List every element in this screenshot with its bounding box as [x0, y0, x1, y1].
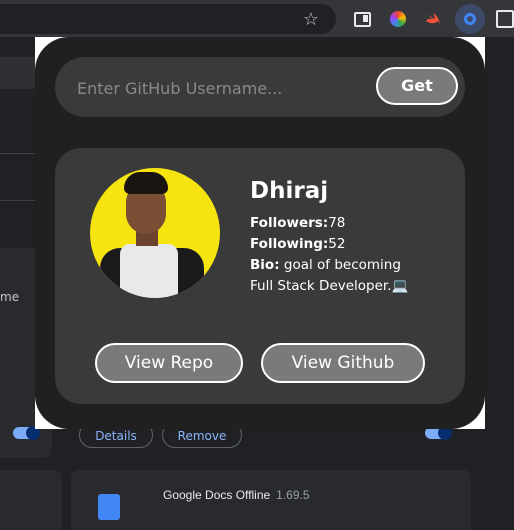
following-stat: Following:52	[250, 236, 345, 252]
address-bar[interactable]	[0, 4, 336, 34]
google-docs-icon	[98, 488, 127, 520]
following-count: 52	[328, 236, 346, 252]
extension-version: 1.69.5	[276, 488, 310, 502]
bio-text-continued: Full Stack Developer.💻	[250, 278, 409, 294]
view-github-button[interactable]: View Github	[261, 343, 425, 383]
followers-count: 78	[328, 215, 346, 231]
color-picker-icon[interactable]	[386, 7, 410, 31]
github-profile-popup: Get Dhiraj Followers:78 Following:52 Bio…	[35, 37, 485, 429]
bio-text: goal of becoming	[279, 257, 401, 273]
star-icon[interactable]: ☆	[299, 7, 323, 31]
bio-label: Bio:	[250, 257, 280, 273]
extension-description-fragment: me	[0, 290, 20, 304]
puzzle-icon[interactable]	[493, 7, 514, 31]
view-repo-button[interactable]: View Repo	[95, 343, 243, 383]
sidebar-icon[interactable]	[350, 7, 374, 31]
swift-icon[interactable]	[421, 7, 445, 31]
username-input[interactable]	[75, 72, 359, 104]
extension-card	[0, 470, 62, 530]
browser-toolbar: ☆	[0, 0, 514, 37]
divider	[0, 153, 40, 154]
profile-card: Dhiraj Followers:78 Following:52 Bio: go…	[55, 148, 465, 404]
search-bar: Get	[55, 57, 465, 117]
followers-label: Followers:	[250, 215, 329, 231]
extension-title: Google Docs Offline 1.69.5	[163, 488, 310, 502]
following-label: Following:	[250, 236, 329, 252]
avatar	[90, 168, 220, 298]
github-extension-icon[interactable]	[455, 4, 485, 34]
followers-stat: Followers:78	[250, 215, 345, 231]
divider	[0, 200, 40, 201]
extension-name: Google Docs Offline	[163, 488, 271, 502]
background-search-strip	[0, 57, 40, 89]
get-button[interactable]: Get	[376, 67, 458, 105]
bio: Bio: goal of becoming	[250, 257, 401, 273]
user-name: Dhiraj	[250, 178, 329, 204]
